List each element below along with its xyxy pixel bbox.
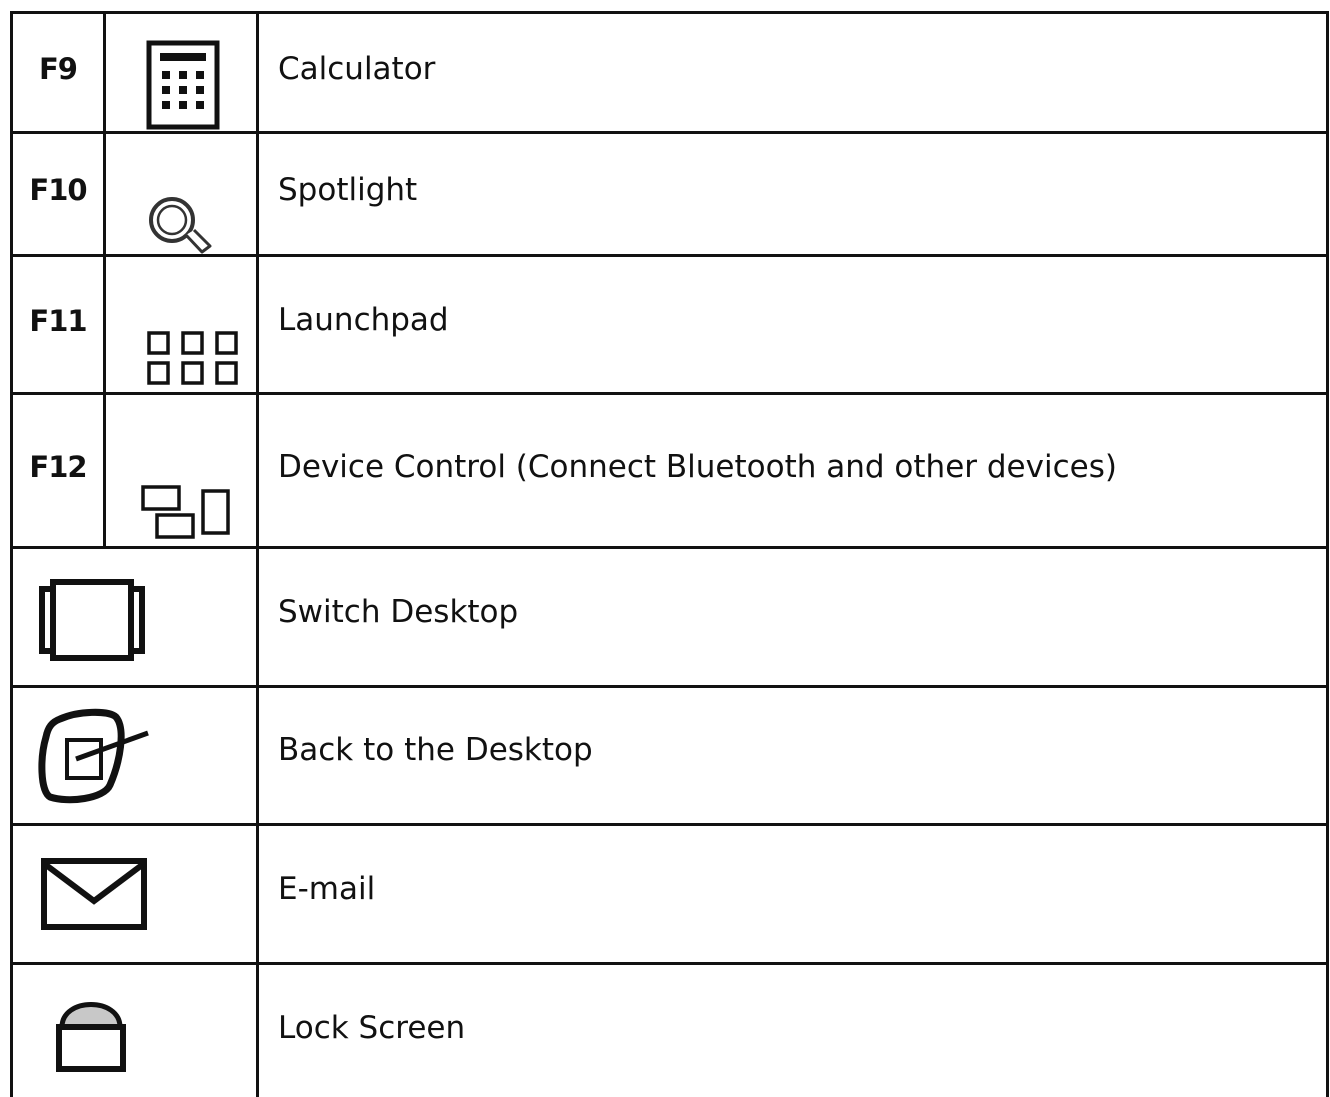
row-divider <box>10 546 1329 549</box>
label-column-divider <box>256 11 259 1097</box>
calculator-icon <box>146 40 224 132</box>
table-border-left <box>10 11 13 1097</box>
function-label-email: E-mail <box>278 871 376 907</box>
envelope-icon <box>40 857 152 933</box>
row-divider <box>10 685 1329 688</box>
launchpad-grid-icon <box>146 330 246 390</box>
row-divider <box>10 962 1329 965</box>
padlock-icon <box>54 991 134 1075</box>
back-to-desktop-icon <box>38 707 158 807</box>
key-label-f10: F10 <box>29 173 87 207</box>
function-label-lock-screen: Lock Screen <box>278 1010 466 1046</box>
key-label-f11: F11 <box>29 304 87 338</box>
magnifier-icon <box>144 192 224 256</box>
function-label-back-to-desktop: Back to the Desktop <box>278 732 593 768</box>
switch-desktop-icon <box>38 579 148 661</box>
key-label-f9: F9 <box>39 52 78 86</box>
function-label-launchpad: Launchpad <box>278 302 449 338</box>
function-label-device-control: Device Control (Connect Bluetooth and ot… <box>278 449 1117 485</box>
key-label-f12: F12 <box>29 450 87 484</box>
table-border-right <box>1326 11 1329 1097</box>
row-divider <box>10 392 1329 395</box>
function-label-spotlight: Spotlight <box>278 172 418 208</box>
table-border-top <box>10 11 1329 14</box>
function-label-switch-desktop: Switch Desktop <box>278 594 519 630</box>
shortcut-key-table: F9 Calculator F10 Spotlight F11 Launchpa… <box>10 11 1329 1097</box>
device-control-icon <box>140 484 240 544</box>
row-divider <box>10 823 1329 826</box>
function-label-calculator: Calculator <box>278 51 436 87</box>
